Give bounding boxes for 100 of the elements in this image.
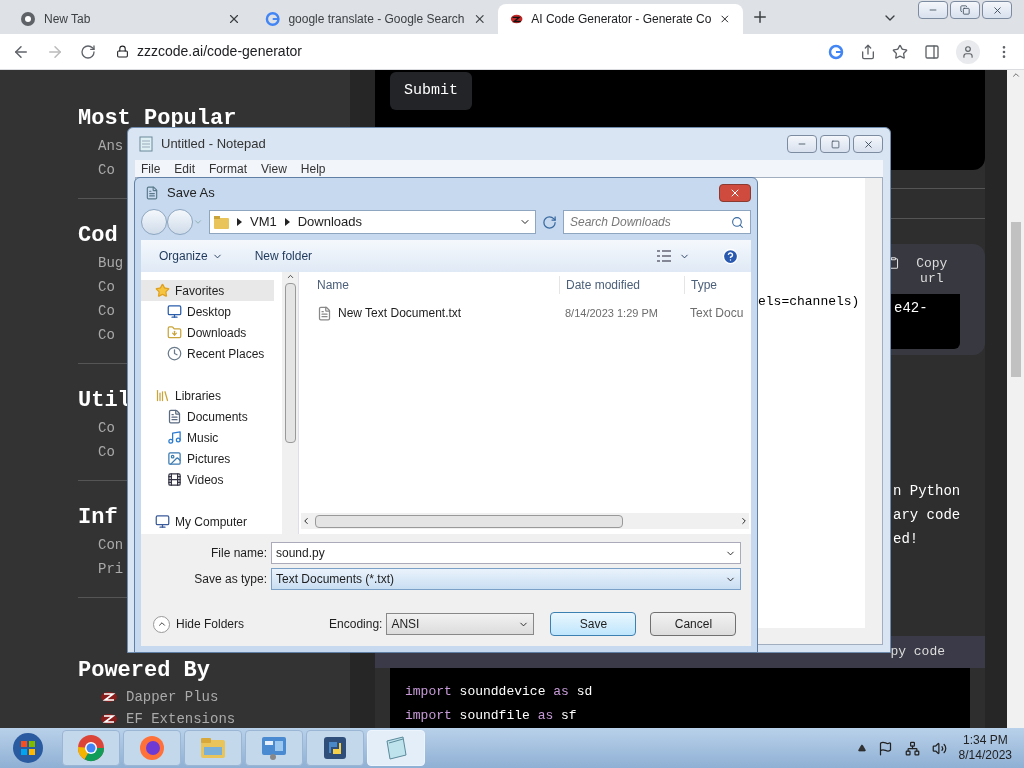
back-button[interactable]: [141, 209, 167, 235]
file-name-field[interactable]: sound.py: [271, 542, 741, 564]
search-field[interactable]: Search Downloads: [563, 210, 751, 234]
speaker-icon[interactable]: [931, 740, 947, 756]
nav-item[interactable]: Desktop: [141, 301, 274, 322]
nav-item[interactable]: Downloads: [141, 322, 274, 343]
new-tab-icon[interactable]: [751, 8, 769, 26]
reload-icon[interactable]: [80, 43, 96, 60]
file-type-label: Save as type:: [193, 571, 267, 588]
path-segment[interactable]: VM1: [250, 212, 277, 232]
list-view-icon: [657, 250, 671, 262]
taskbar-button[interactable]: [123, 730, 181, 766]
show-hidden-icon[interactable]: [857, 744, 866, 752]
section-heading: Util: [78, 387, 131, 415]
caret-icon: [237, 218, 242, 226]
network-icon[interactable]: [904, 740, 920, 756]
menu-item[interactable]: File: [141, 159, 161, 178]
forward-button[interactable]: [167, 209, 193, 235]
new-folder-button[interactable]: New folder: [254, 247, 313, 265]
path-bar[interactable]: VM1 Downloads: [209, 210, 536, 234]
close-button[interactable]: [853, 135, 883, 153]
browser-tab[interactable]: google translate - Google Search: [253, 4, 498, 34]
brand-logo-icon: [100, 690, 118, 704]
bookmark-icon[interactable]: [892, 43, 908, 60]
menu-item[interactable]: View: [261, 159, 287, 178]
clock-time[interactable]: 1:34 PM: [962, 733, 1008, 748]
view-menu[interactable]: [657, 250, 690, 262]
nav-item[interactable]: Favorites: [141, 280, 274, 301]
column-header[interactable]: Type: [684, 276, 717, 294]
share-icon[interactable]: [860, 43, 876, 60]
cancel-button[interactable]: Cancel: [650, 612, 737, 636]
browser-tab[interactable]: New Tab: [8, 4, 253, 34]
sidebar-link[interactable]: Co: [98, 158, 115, 182]
nav-item[interactable]: Pictures: [141, 448, 274, 469]
help-icon[interactable]: [722, 247, 739, 265]
nav-item[interactable]: Videos: [141, 469, 274, 490]
column-header[interactable]: Date modified: [559, 276, 684, 294]
sidebar-link[interactable]: Co: [98, 323, 115, 347]
person-icon: [961, 44, 975, 59]
taskbar-button[interactable]: [306, 730, 364, 766]
nav-item[interactable]: Libraries: [141, 385, 274, 406]
menu-item[interactable]: Edit: [174, 159, 196, 178]
nav-item[interactable]: My Computer: [141, 511, 274, 532]
profile-avatar[interactable]: [956, 39, 980, 64]
taskbar-button[interactable]: [62, 730, 120, 766]
sidebar-link[interactable]: Con: [98, 533, 124, 557]
code-line: import sounddevice as sd: [405, 683, 593, 701]
minimize-button[interactable]: [787, 135, 817, 153]
page-scrollbar[interactable]: [1007, 70, 1024, 728]
nav-item[interactable]: Recent Places: [141, 343, 274, 364]
scrollbar-thumb[interactable]: [1010, 222, 1021, 377]
restore-button[interactable]: [950, 1, 980, 19]
column-header[interactable]: Name: [299, 276, 559, 294]
library-icon: [155, 388, 170, 403]
scrollbar-thumb[interactable]: [315, 514, 623, 528]
encoding-dropdown[interactable]: ANSI: [386, 613, 535, 635]
sidebar-link[interactable]: Co: [98, 416, 115, 440]
path-segment[interactable]: Downloads: [297, 212, 363, 232]
sidebar-link[interactable]: Pri: [98, 557, 124, 581]
sidebar-link[interactable]: Co: [98, 440, 115, 464]
copy-code-button[interactable]: py code: [890, 642, 945, 662]
sidebar-link[interactable]: Co: [98, 275, 115, 299]
sidebar-link[interactable]: Dapper Plus: [126, 686, 219, 708]
browser-tab[interactable]: AI Code Generator - Generate Co: [498, 4, 743, 34]
minimize-button[interactable]: [918, 1, 948, 19]
folder-icon: [214, 215, 229, 229]
close-button[interactable]: [982, 1, 1012, 19]
submit-button[interactable]: Submit: [390, 72, 472, 110]
save-button[interactable]: Save: [550, 612, 637, 636]
file-type-dropdown[interactable]: Text Documents (*.txt): [271, 568, 741, 590]
search-icon[interactable]: [731, 215, 744, 229]
maximize-button[interactable]: [820, 135, 850, 153]
sidebar-link[interactable]: Bug: [98, 251, 124, 275]
section-heading: Powered By: [78, 657, 211, 685]
close-button[interactable]: [719, 184, 751, 202]
organize-menu[interactable]: Organize: [159, 247, 223, 265]
encoding-label: Encoding:: [329, 616, 383, 633]
scrollbar-thumb[interactable]: [284, 283, 296, 443]
taskbar-button[interactable]: [245, 730, 303, 766]
nav-item[interactable]: Documents: [141, 406, 274, 427]
sidebar-link[interactable]: Ans: [98, 134, 124, 158]
file-row[interactable]: New Text Document.txt 8/14/2023 1:29 PM Text Docu: [299, 302, 751, 324]
close-icon[interactable]: [719, 12, 731, 26]
music-note-icon: [167, 430, 182, 445]
horizontal-scrollbar[interactable]: [301, 513, 749, 529]
menu-item[interactable]: Help: [300, 159, 326, 178]
close-icon: [862, 138, 874, 150]
g-logo-icon[interactable]: [828, 43, 844, 60]
lock-icon: [116, 45, 129, 58]
nav-item[interactable]: Music: [141, 427, 274, 448]
clock-date[interactable]: 8/14/2023: [958, 748, 1012, 763]
hide-folders-button[interactable]: Hide Folders: [153, 615, 245, 633]
section-heading: Inf: [78, 504, 118, 532]
side-panel-icon[interactable]: [924, 43, 940, 60]
sidebar-link[interactable]: EF Extensions: [126, 708, 236, 728]
menu-item[interactable]: Format: [209, 159, 248, 178]
close-icon[interactable]: [227, 12, 241, 26]
refresh-icon[interactable]: [542, 214, 557, 230]
sidebar-link[interactable]: Co: [98, 299, 115, 323]
flag-icon[interactable]: [877, 740, 893, 756]
